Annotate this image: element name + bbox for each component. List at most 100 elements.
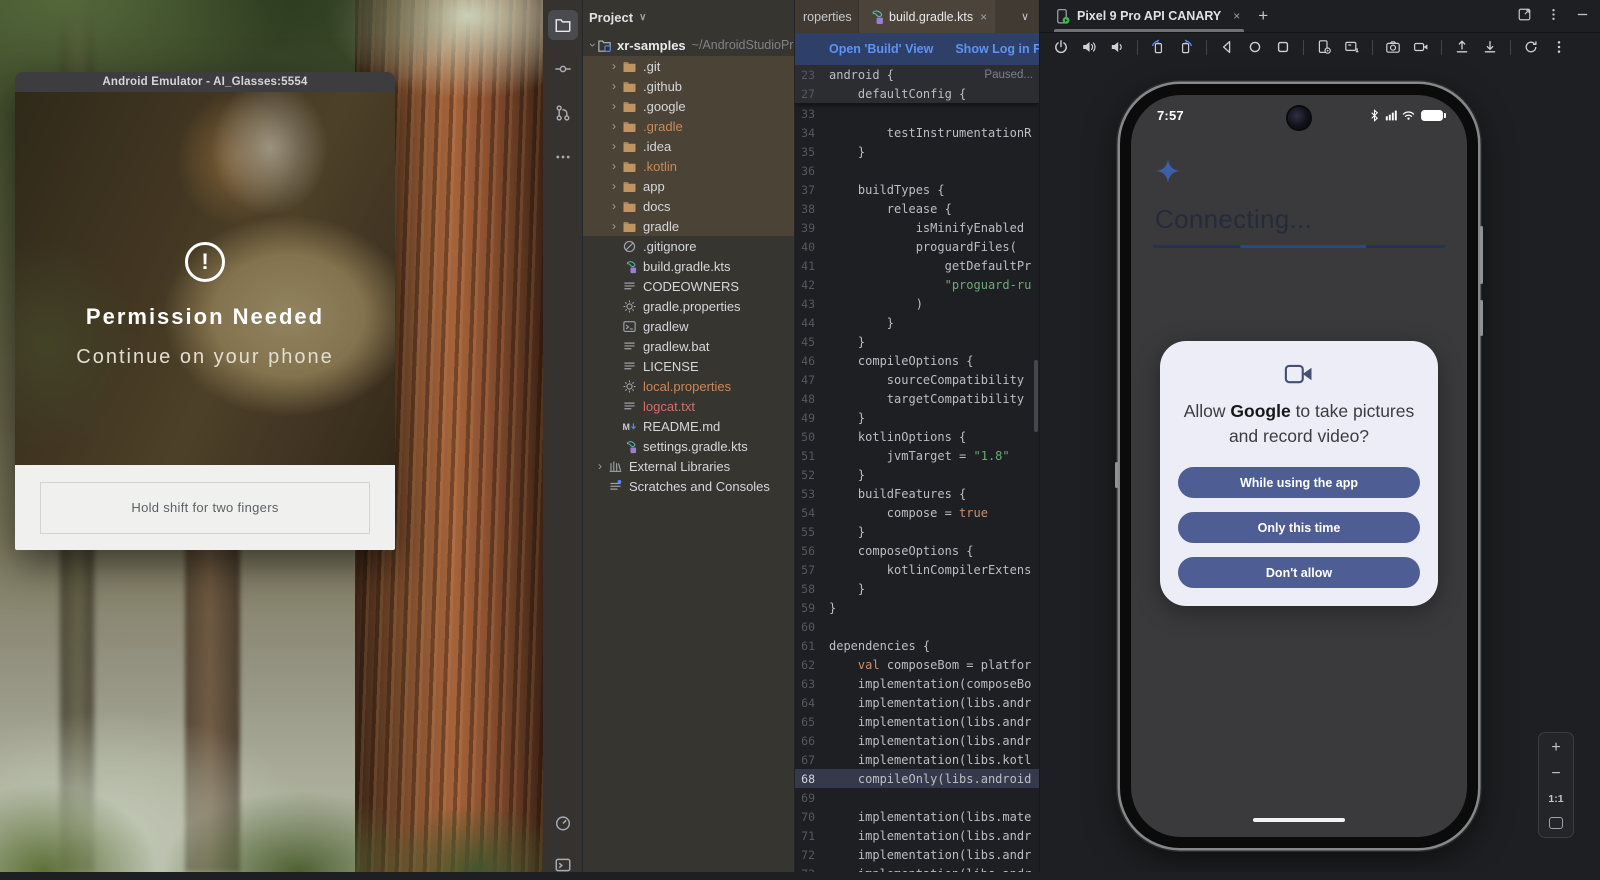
folder-tool-icon[interactable] xyxy=(548,10,578,40)
tree-item-settings-gradle-kts[interactable]: settings.gradle.kts xyxy=(583,436,794,456)
share-icon[interactable] xyxy=(1449,36,1475,58)
line-number: 68 xyxy=(795,772,829,786)
rotate-right-icon[interactable] xyxy=(1173,36,1199,58)
code-line-65: 65 implementation(libs.andr xyxy=(795,712,1039,731)
back-icon[interactable] xyxy=(1214,36,1240,58)
tree-item-logcat-txt[interactable]: logcat.txt xyxy=(583,396,794,416)
code-line-68: 68 compileOnly(libs.android xyxy=(795,769,1039,788)
tree-item--git[interactable]: ›.git xyxy=(583,56,794,76)
tree-item-readme-md[interactable]: MREADME.md xyxy=(583,416,794,436)
navigation-pill[interactable] xyxy=(1253,818,1345,822)
overview-icon[interactable] xyxy=(1270,36,1296,58)
open-build-view-link[interactable]: Open 'Build' View xyxy=(829,42,933,56)
show-log-in-finder-link[interactable]: Show Log in Finder xyxy=(955,42,1039,56)
emulator-screen[interactable]: ! Permission Needed Continue on your pho… xyxy=(15,92,395,465)
code-line-49: 49 } xyxy=(795,408,1039,427)
close-icon[interactable]: × xyxy=(980,10,987,24)
more-v-icon[interactable] xyxy=(1546,36,1572,58)
home-icon[interactable] xyxy=(1242,36,1268,58)
chevron-icon[interactable]: › xyxy=(607,79,621,93)
tab-gradle-properties[interactable]: roperties xyxy=(795,0,859,33)
folder-icon xyxy=(621,78,638,94)
chevron-icon[interactable]: › xyxy=(607,139,621,153)
display-mode-icon[interactable] xyxy=(1339,36,1365,58)
reset-icon[interactable] xyxy=(1518,36,1544,58)
tab-pixel-9-pro[interactable]: Pixel 9 Pro API CANARY × xyxy=(1054,0,1244,32)
tree-item--gradle[interactable]: ›.gradle xyxy=(583,116,794,136)
permission-button-while-using-the-app[interactable]: While using the app xyxy=(1178,467,1420,498)
chevron-icon[interactable]: › xyxy=(607,199,621,213)
code-line-58: 58 } xyxy=(795,579,1039,598)
more-h-icon[interactable] xyxy=(548,142,578,172)
tree-item-codeowners[interactable]: CODEOWNERS xyxy=(583,276,794,296)
tree-item-local-properties[interactable]: local.properties xyxy=(583,376,794,396)
chevron-icon[interactable]: › xyxy=(607,159,621,173)
fit-to-window-button[interactable] xyxy=(1549,817,1563,829)
tree-item--gitignore[interactable]: .gitignore xyxy=(583,236,794,256)
screenshot-icon[interactable] xyxy=(1380,36,1406,58)
code-editor[interactable]: 23android {Paused...27 defaultConfig { 3… xyxy=(795,65,1039,872)
tab-build-gradle-kts[interactable]: build.gradle.kts × xyxy=(859,0,995,33)
volume-down-icon[interactable] xyxy=(1104,36,1130,58)
editor-scrollbar[interactable] xyxy=(1034,360,1038,432)
tree-item--github[interactable]: ›.github xyxy=(583,76,794,96)
android-emulator-window[interactable]: × − Android Emulator - AI_Glasses:5554 !… xyxy=(15,72,395,550)
more-v-icon[interactable] xyxy=(1546,7,1561,27)
zoom-in-button[interactable]: + xyxy=(1551,741,1560,755)
chevron-icon[interactable]: › xyxy=(607,119,621,133)
install-icon[interactable] xyxy=(1477,36,1503,58)
chevron-icon[interactable]: › xyxy=(607,219,621,233)
volume-up-icon[interactable] xyxy=(1076,36,1102,58)
terminal-icon[interactable] xyxy=(548,850,578,880)
gradle-file-icon xyxy=(867,8,884,25)
tree-item--google[interactable]: ›.google xyxy=(583,96,794,116)
hidden-tabs-chevron[interactable]: ∨ xyxy=(1021,0,1039,33)
minimize-icon[interactable] xyxy=(1575,7,1590,27)
pull-requests-icon[interactable] xyxy=(548,98,578,128)
tree-item-gradlew-bat[interactable]: gradlew.bat xyxy=(583,336,794,356)
chevron-icon[interactable]: › xyxy=(607,179,621,193)
rotate-left-icon[interactable] xyxy=(1145,36,1171,58)
tree-item-app[interactable]: ›app xyxy=(583,176,794,196)
line-number: 73 xyxy=(795,867,829,873)
zoom-ratio-button[interactable]: 1:1 xyxy=(1548,793,1563,805)
editor-tab-bar: roperties build.gradle.kts × ∨ xyxy=(795,0,1039,33)
chevron-icon[interactable]: › xyxy=(607,99,621,113)
tree-item-build-gradle-kts[interactable]: build.gradle.kts xyxy=(583,256,794,276)
tree-item-license[interactable]: LICENSE xyxy=(583,356,794,376)
profiler-icon[interactable] xyxy=(548,808,578,838)
tree-item-gradle[interactable]: ›gradle xyxy=(583,216,794,236)
permission-button-don-t-allow[interactable]: Don't allow xyxy=(1178,557,1420,588)
screen-record-icon[interactable] xyxy=(1408,36,1434,58)
close-icon[interactable]: × xyxy=(1233,9,1240,23)
chevron-icon[interactable]: › xyxy=(593,459,607,473)
tree-item-gradlew[interactable]: gradlew xyxy=(583,316,794,336)
tree-item--idea[interactable]: ›.idea xyxy=(583,136,794,156)
tree-item-scratches-and-consoles[interactable]: Scratches and Consoles xyxy=(583,476,794,496)
tree-item--kotlin[interactable]: › .kotlin xyxy=(583,156,794,176)
open-in-new-icon[interactable] xyxy=(1517,7,1532,27)
tree-item-label: .kotlin xyxy=(643,159,677,174)
zoom-out-button[interactable]: − xyxy=(1551,767,1560,781)
text-icon xyxy=(621,338,638,354)
tree-item-external-libraries[interactable]: ›External Libraries xyxy=(583,456,794,476)
line-number: 36 xyxy=(795,164,829,178)
phone-screen[interactable]: 7:57 Connecting... Allow Google to xyxy=(1131,95,1467,837)
overlay-subtitle: Continue on your phone xyxy=(15,346,395,369)
chevron-icon[interactable]: › xyxy=(586,43,600,47)
emulator-titlebar[interactable]: Android Emulator - AI_Glasses:5554 xyxy=(15,72,395,92)
commit-icon[interactable] xyxy=(548,54,578,84)
chevron-icon[interactable]: › xyxy=(607,59,621,73)
code-line-37: 37 buildTypes { xyxy=(795,180,1039,199)
emulator-hint: Hold shift for two fingers xyxy=(40,482,370,534)
tree-item-root[interactable]: › xr-samples ~/AndroidStudioProje xyxy=(583,34,794,56)
new-device-tab-button[interactable]: + xyxy=(1258,6,1268,26)
tree-item-gradle-properties[interactable]: gradle.properties xyxy=(583,296,794,316)
permission-button-only-this-time[interactable]: Only this time xyxy=(1178,512,1420,543)
tree-item-label: LICENSE xyxy=(643,359,699,374)
project-panel-header[interactable]: Project ∨ xyxy=(583,0,794,34)
code-line-23: 23android {Paused... xyxy=(795,65,1039,84)
tree-item-docs[interactable]: ›docs xyxy=(583,196,794,216)
power-icon[interactable] xyxy=(1048,36,1074,58)
settings-phone-icon[interactable] xyxy=(1311,36,1337,58)
